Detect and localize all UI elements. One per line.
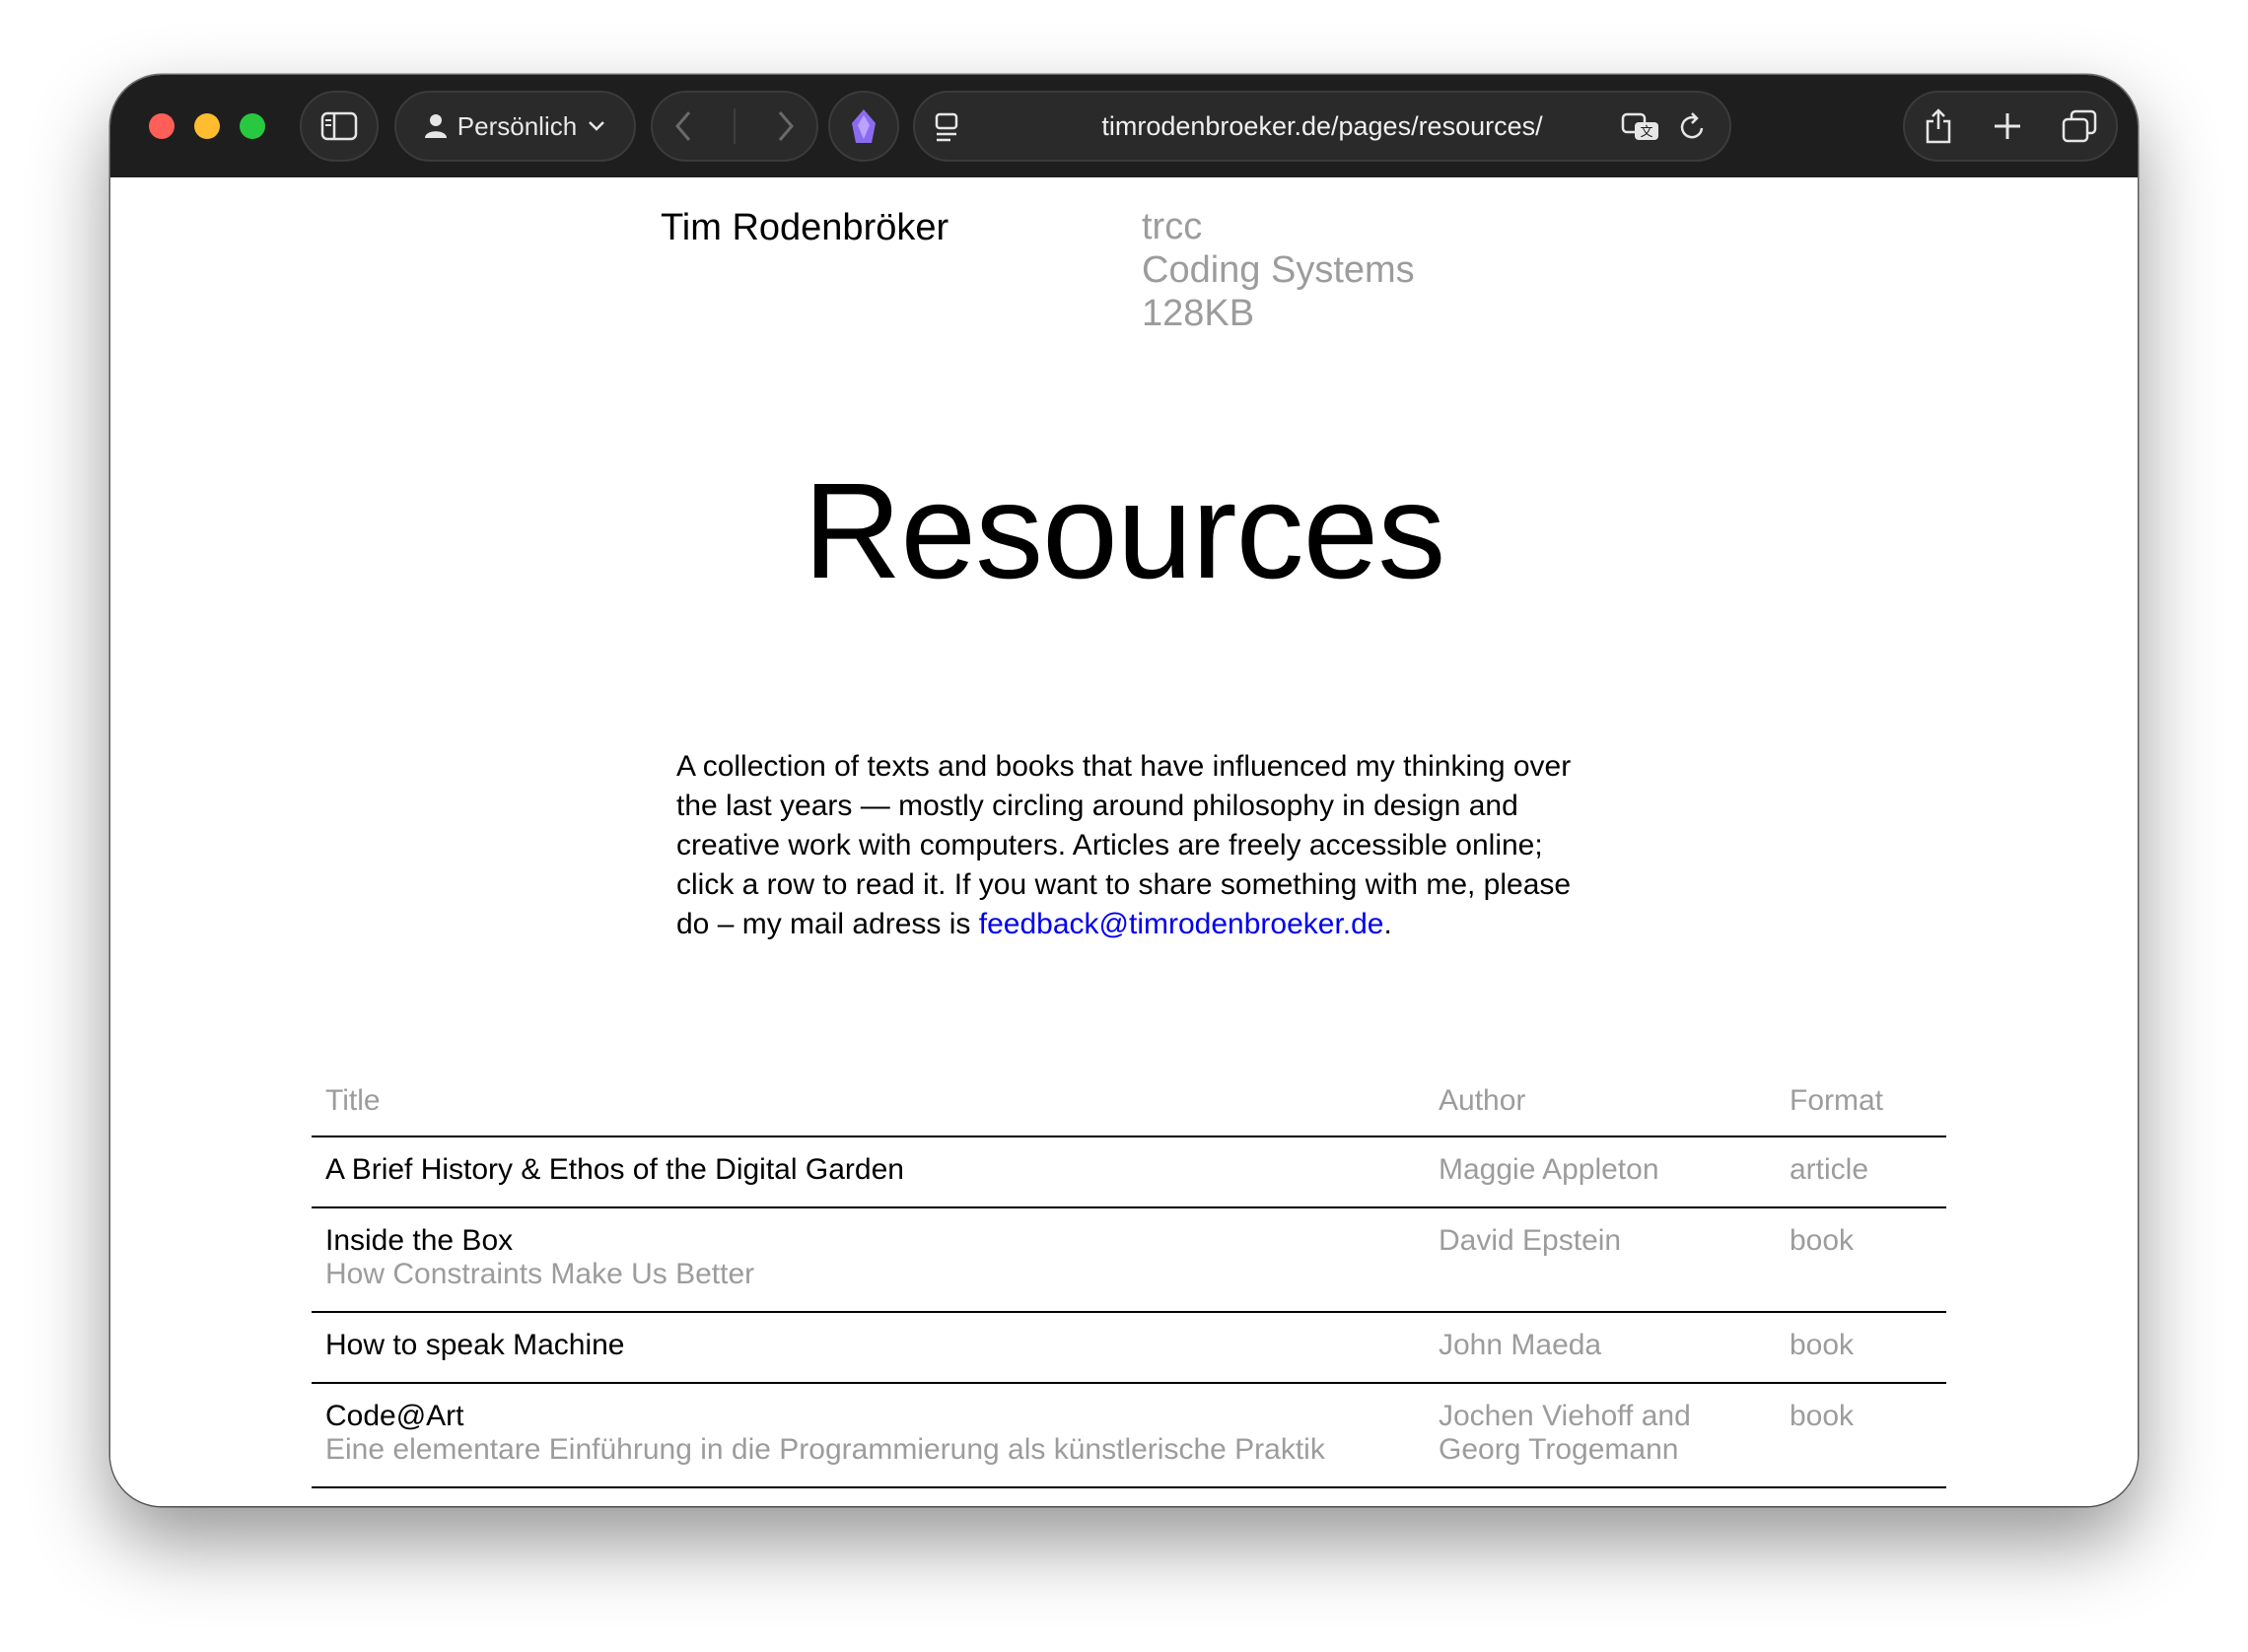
meta-line-size: 128KB [1142, 293, 1255, 334]
url-text: timrodenbroeker.de/pages/resources/ [1101, 110, 1543, 141]
row-author: Maggie Appleton [1439, 1153, 1659, 1186]
sidebar-icon [320, 111, 358, 141]
site-meta: trcc Coding Systems 128KB [1142, 205, 1415, 335]
table-row[interactable]: Inside the Box How Constraints Make Us B… [312, 1208, 1946, 1313]
web-page: Tim Rodenbröker trcc Coding Systems 128K… [110, 177, 2138, 1506]
meta-line-coding-systems[interactable]: Coding Systems [1142, 248, 1415, 292]
row-title-cell: Code@Art Eine elementare Einführung in d… [325, 1400, 1325, 1467]
row-format: article [1790, 1153, 1869, 1186]
table-row[interactable]: A Brief History & Ethos of the Digital G… [312, 1137, 1946, 1208]
email-link[interactable]: feedback@timrodenbroeker.de [979, 908, 1384, 940]
row-author: Jochen Viehoff and Georg Trogemann [1439, 1400, 1691, 1467]
row-author: David Epstein [1439, 1224, 1622, 1257]
row-title-cell: Inside the Box How Constraints Make Us B… [325, 1224, 754, 1291]
row-title: Inside the Box [325, 1224, 514, 1257]
chevron-down-icon [589, 121, 605, 131]
browser-window: Persönlich timrodenbroeker.de/pages/reso… [110, 75, 2138, 1506]
intro-end: . [1383, 908, 1392, 940]
new-tab-icon[interactable] [1992, 110, 2023, 142]
zoom-window-button[interactable] [240, 113, 265, 139]
intro-paragraph: A collection of texts and books that hav… [676, 747, 1598, 944]
person-icon [424, 114, 447, 138]
extension-button[interactable] [828, 91, 899, 162]
row-title: A Brief History & Ethos of the Digital G… [325, 1153, 904, 1186]
row-author-line: Georg Trogemann [1439, 1433, 1679, 1466]
row-author: John Maeda [1439, 1329, 1602, 1361]
table-row[interactable]: How to speak Machine John Maeda book [312, 1313, 1946, 1384]
row-subtitle: Eine elementare Einführung in die Progra… [325, 1433, 1325, 1466]
toolbar-actions [1903, 91, 2118, 162]
svg-text:文: 文 [1640, 125, 1652, 140]
row-subtitle: How Constraints Make Us Better [325, 1258, 755, 1290]
forward-icon[interactable] [775, 109, 797, 143]
table-row[interactable]: Code@Art Eine elementare Einführung in d… [312, 1384, 1946, 1488]
header-title[interactable]: Title [325, 1084, 381, 1118]
share-icon[interactable] [1924, 107, 1953, 145]
row-title-cell: How to speak Machine [325, 1329, 625, 1362]
profile-menu-button[interactable]: Persönlich [394, 91, 636, 162]
close-window-button[interactable] [149, 113, 175, 139]
meta-line-trcc[interactable]: trcc [1142, 205, 1415, 248]
sidebar-toggle-button[interactable] [300, 91, 379, 162]
reader-page-icon[interactable] [933, 110, 962, 144]
navigation-buttons [651, 91, 818, 162]
table-header: Title Author Format [312, 1065, 1946, 1137]
row-format: book [1790, 1329, 1855, 1361]
page-title: Resources [803, 455, 1446, 607]
resources-table: Title Author Format A Brief History & Et… [312, 1065, 1946, 1488]
site-name-link[interactable]: Tim Rodenbröker [661, 207, 948, 249]
header-format[interactable]: Format [1790, 1084, 1883, 1118]
reload-icon[interactable] [1678, 110, 1708, 144]
row-title-cell: A Brief History & Ethos of the Digital G… [325, 1153, 904, 1187]
address-bar[interactable]: timrodenbroeker.de/pages/resources/ 文 [913, 91, 1731, 162]
minimize-window-button[interactable] [194, 113, 220, 139]
extension-icon [852, 109, 876, 143]
browser-toolbar: Persönlich timrodenbroeker.de/pages/reso… [110, 75, 2138, 177]
tab-overview-icon[interactable] [2062, 109, 2097, 143]
back-icon[interactable] [672, 109, 694, 143]
header-author[interactable]: Author [1439, 1084, 1525, 1118]
row-title: How to speak Machine [325, 1329, 625, 1361]
profile-label: Persönlich [457, 110, 578, 141]
nav-divider [734, 108, 736, 144]
row-format: book [1790, 1224, 1855, 1257]
row-author-line: Jochen Viehoff and [1439, 1400, 1691, 1432]
row-format: book [1790, 1400, 1855, 1432]
translate-icon[interactable]: 文 [1621, 110, 1660, 144]
row-title: Code@Art [325, 1400, 464, 1432]
